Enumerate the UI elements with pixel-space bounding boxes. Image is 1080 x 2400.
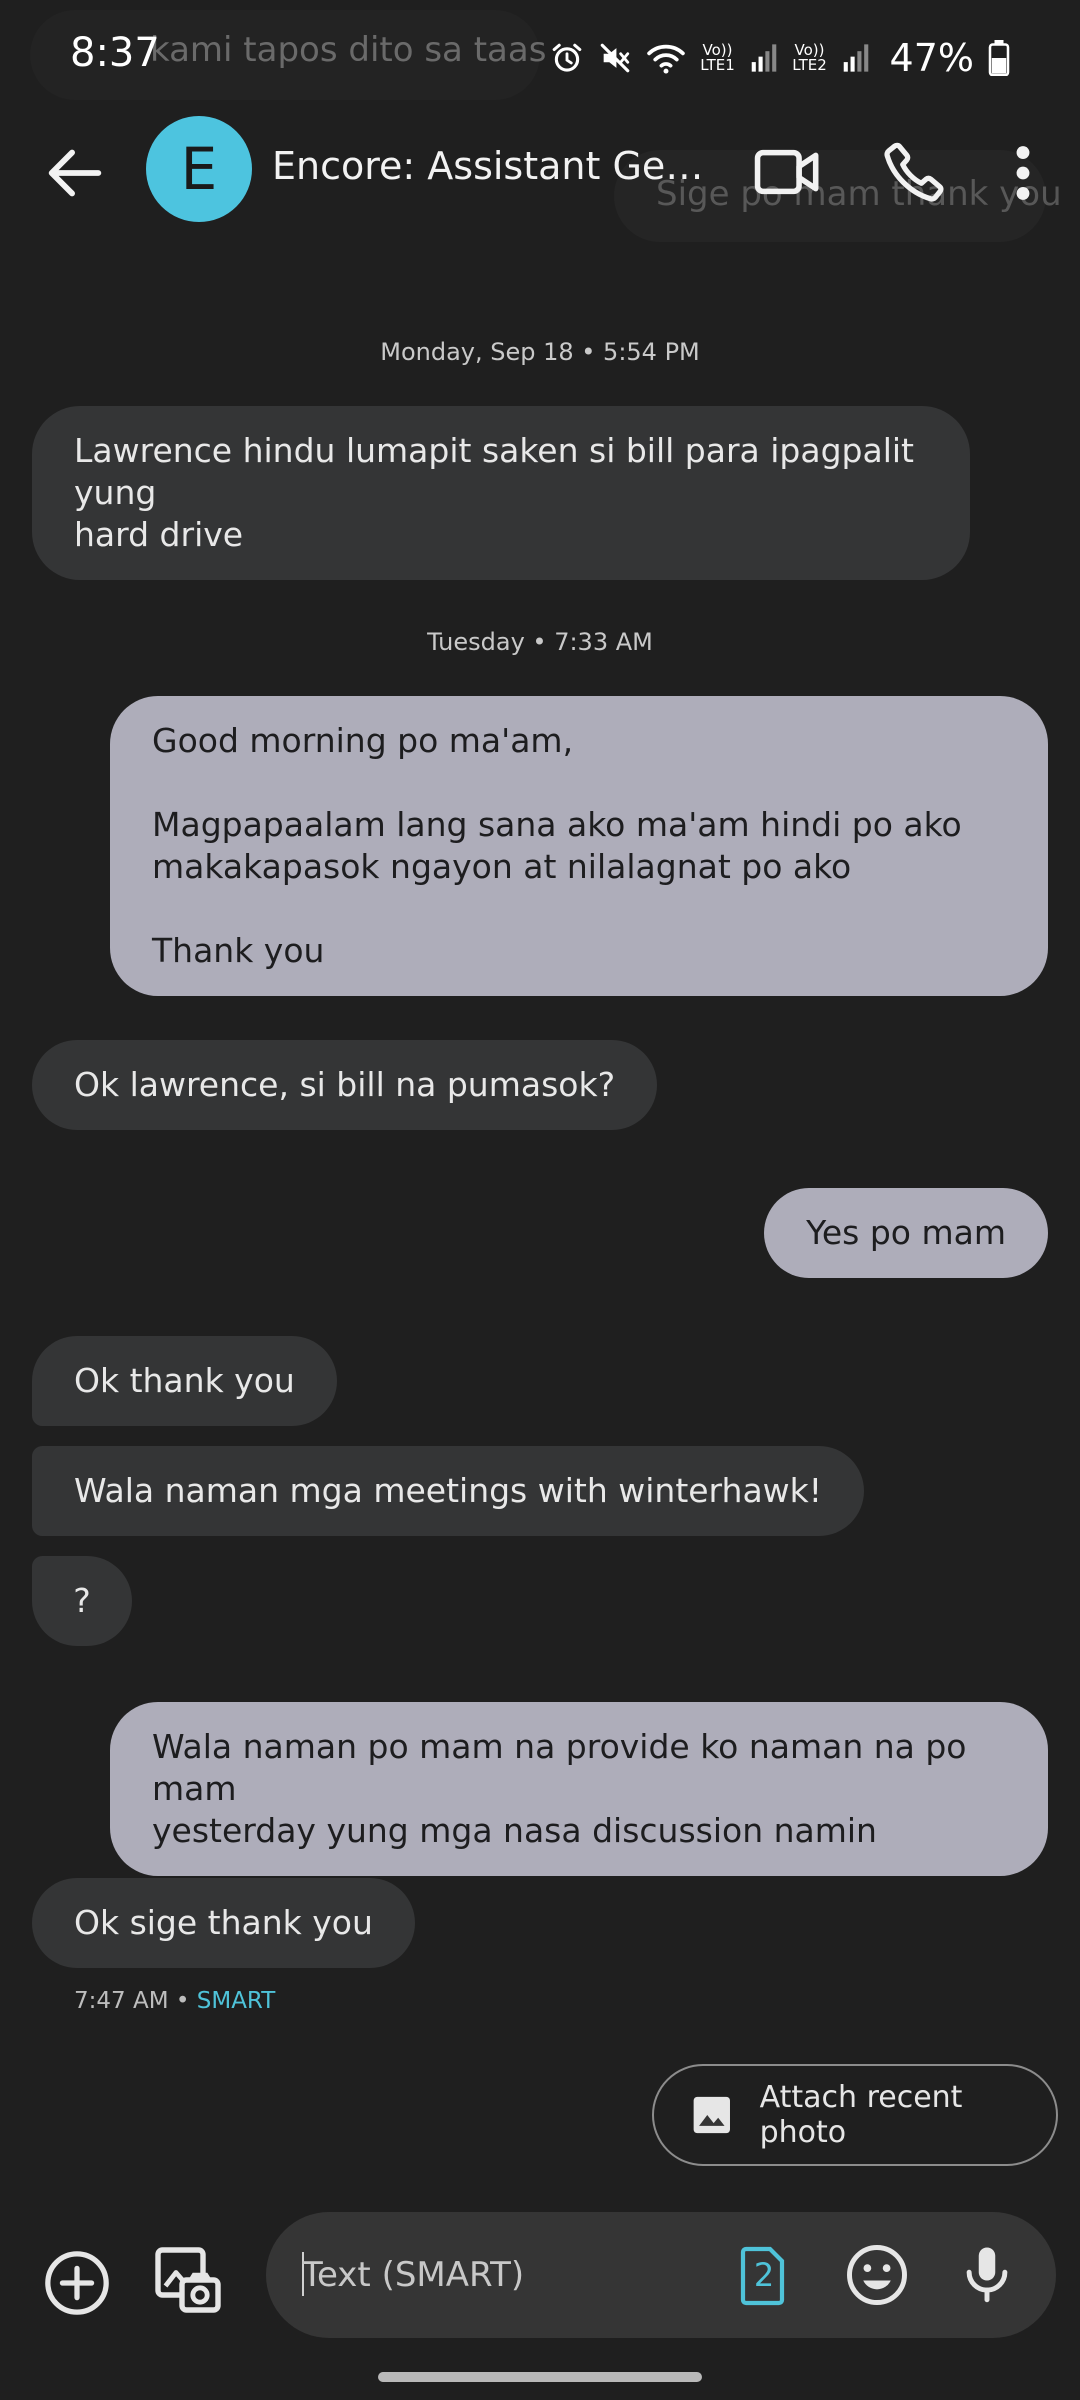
message-bubble-outgoing[interactable]: Good morning po ma'am, Magpapaalam lang … [110, 696, 1048, 996]
sim2-network-label: Vo)) LTE2 [792, 41, 827, 74]
sim-number: 2 [753, 2256, 775, 2294]
microphone-icon [966, 2247, 1008, 2303]
attach-recent-photo-chip[interactable]: Attach recent photo [652, 2064, 1058, 2166]
message-bubble-incoming[interactable]: Wala naman mga meetings with winterhawk! [32, 1446, 865, 1536]
message-input[interactable] [302, 2250, 702, 2300]
more-vert-icon [1016, 146, 1030, 200]
sim-selector-button[interactable]: 2 [740, 2246, 796, 2306]
status-icons: Vo)) LTE1 Vo)) LTE2 47% [550, 36, 1010, 80]
voice-call-button[interactable] [880, 136, 950, 206]
timestamp-carrier: SMART [196, 1988, 276, 2014]
back-button[interactable] [40, 138, 110, 208]
emoji-icon [847, 2245, 907, 2305]
add-attachment-button[interactable] [42, 2248, 112, 2318]
timestamp-time: 7:47 AM [74, 1988, 169, 2014]
gallery-camera-button[interactable] [152, 2244, 224, 2316]
phone-icon [884, 142, 944, 202]
message-bubble-outgoing[interactable]: Yes po mam [764, 1188, 1048, 1278]
status-bar: kami tapos dito sa taas 8:37 Vo)) LTE1 V… [0, 0, 1080, 110]
home-indicator[interactable] [378, 2372, 702, 2382]
mute-icon [600, 43, 629, 73]
status-time: 8:37 [70, 30, 160, 76]
add-circle-icon [45, 2251, 109, 2315]
date-separator: Tuesday • 7:33 AM [427, 628, 653, 656]
photo-camera-icon [155, 2247, 221, 2313]
message-bubble-incoming[interactable]: ? [32, 1556, 132, 1646]
emoji-button[interactable] [844, 2242, 910, 2308]
battery-icon [988, 40, 1010, 76]
message-input-container: 2 [266, 2212, 1056, 2338]
message-bubble-incoming[interactable]: Lawrence hindu lumapit saken si bill par… [32, 406, 970, 580]
signal-sim1-icon [751, 44, 776, 72]
conversation-header: Sige po mam thank you E Encore: Assistan… [0, 110, 1080, 242]
more-options-button[interactable] [1000, 138, 1046, 208]
contact-avatar[interactable]: E [146, 116, 252, 222]
messages-screen: kami tapos dito sa taas 8:37 Vo)) LTE1 V… [0, 0, 1080, 2400]
voice-message-button[interactable] [954, 2240, 1020, 2310]
arrow-back-icon [48, 149, 102, 197]
sim1-network-label: Vo)) LTE1 [700, 41, 735, 74]
date-separator: Monday, Sep 18 • 5:54 PM [380, 338, 700, 366]
compose-bar: 2 [0, 2210, 1080, 2340]
message-timestamp: 7:47 AM • SMART [74, 1988, 275, 2014]
timestamp-separator: • [168, 1988, 197, 2014]
video-call-button[interactable] [752, 140, 824, 204]
contact-name[interactable]: Encore: Assistant Gener... [272, 144, 712, 188]
alarm-icon [552, 43, 581, 72]
wifi-icon [646, 44, 685, 74]
message-bubble-incoming[interactable]: Ok thank you [32, 1336, 337, 1426]
signal-sim2-icon [843, 44, 868, 72]
message-bubble-outgoing[interactable]: Wala naman po mam na provide ko naman na… [110, 1702, 1048, 1876]
video-camera-icon [754, 149, 819, 195]
attach-recent-photo-label: Attach recent photo [759, 2080, 963, 2150]
message-bubble-incoming[interactable]: Ok lawrence, si bill na pumasok? [32, 1040, 658, 1130]
message-bubble-incoming[interactable]: Ok sige thank you [32, 1878, 415, 1968]
ghost-overlay-text: kami tapos dito sa taas [150, 30, 547, 70]
battery-percent: 47% [889, 36, 974, 80]
image-icon [693, 2096, 730, 2134]
